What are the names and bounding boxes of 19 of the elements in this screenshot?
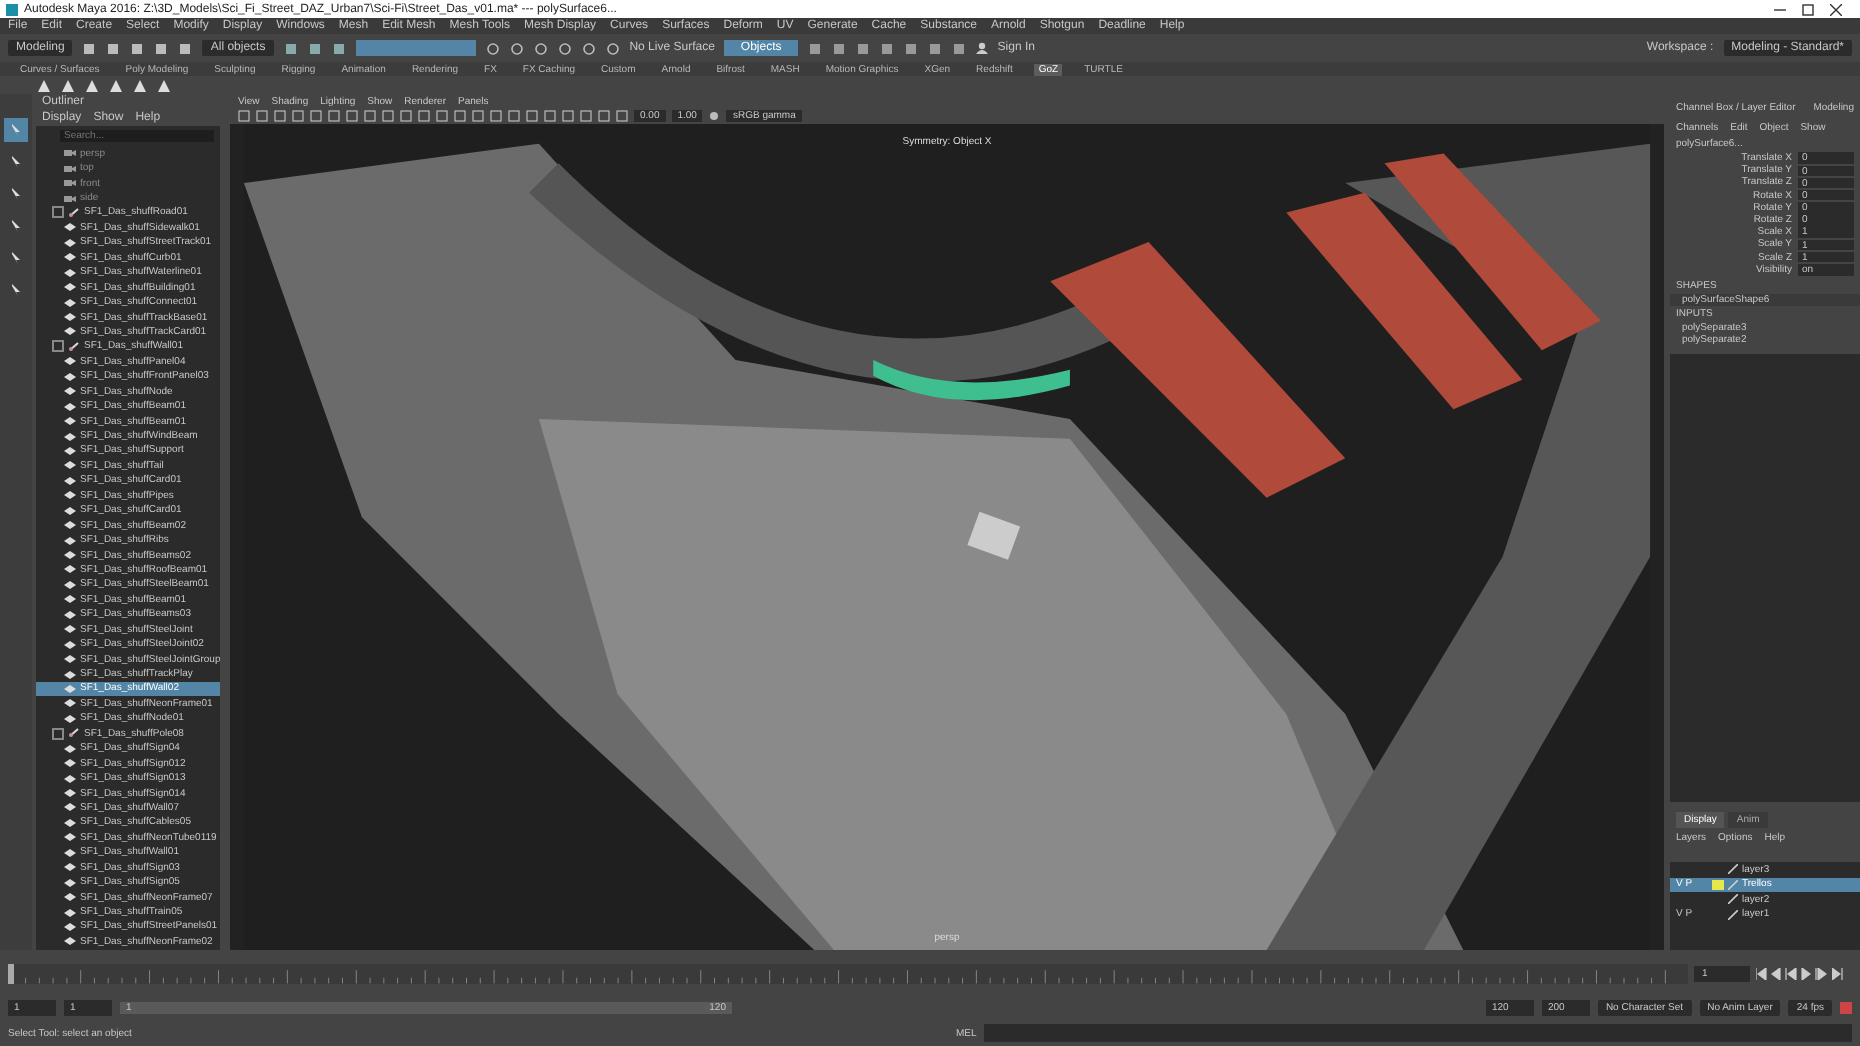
camera-icon: [64, 148, 76, 159]
group-icon: [68, 207, 80, 218]
group-icon: [68, 341, 80, 352]
command-field[interactable]: [984, 1024, 1852, 1042]
camera-icon: [64, 193, 76, 204]
maximize-icon[interactable]: [1802, 3, 1814, 15]
camera-icon: [64, 178, 76, 189]
group-icon: [68, 728, 80, 739]
toolbar-icon[interactable]: [708, 110, 721, 122]
close-icon[interactable]: [1830, 3, 1842, 15]
expand-icon[interactable]: [52, 727, 64, 740]
expand-icon[interactable]: [52, 340, 64, 353]
app-logo-icon: [6, 3, 18, 15]
camera-icon: [64, 163, 76, 174]
playhead[interactable]: [8, 963, 14, 983]
time-slider[interactable]: [8, 963, 1688, 983]
expand-icon[interactable]: [52, 206, 64, 219]
minimize-icon[interactable]: [1774, 3, 1786, 15]
user-icon: [975, 42, 988, 54]
